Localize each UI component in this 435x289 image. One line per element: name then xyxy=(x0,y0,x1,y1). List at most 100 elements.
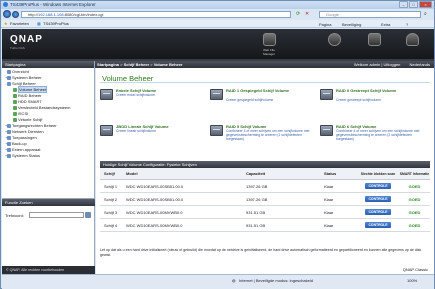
title-bar: TS439ProPlus - Windows Internet Explorer… xyxy=(1,1,434,9)
file-manager-icon xyxy=(262,33,276,46)
forward-button[interactable] xyxy=(12,11,19,18)
status-cell: Klaar xyxy=(324,209,334,215)
nav-item-label: iSCSI xyxy=(18,111,29,116)
stop-icon[interactable]: ✕ xyxy=(305,11,309,17)
nav-item-label: Virtuele Schijf xyxy=(18,117,43,122)
minimize-button[interactable]: – xyxy=(399,1,408,8)
nav-item-icon xyxy=(7,136,11,140)
model-cell: WDC WD10EARS-00SB51.00.0 xyxy=(126,183,184,189)
nav-item-icon xyxy=(13,106,17,110)
copyright-footer: © QNAP, Alle rechten voorbehouden xyxy=(2,266,95,274)
keyword-label: Trefwoord: xyxy=(5,213,24,218)
browser-window: TS439ProPlus - Windows Internet Explorer… xyxy=(0,0,435,289)
jbod-volume-card[interactable]: JBOD Lineair Schijf Volume Creeer lineai… xyxy=(100,124,205,146)
nav-item-label: Systeem Status xyxy=(12,153,41,158)
disk-cell: Schijf 1 xyxy=(104,183,118,189)
status-cell: Klaar xyxy=(324,222,334,228)
smart-status-link[interactable]: GOED xyxy=(399,197,430,202)
refresh-icon[interactable]: ⟳ xyxy=(296,11,300,17)
raid5-volume-card[interactable]: RAID 5 Schijf Volume Combineer 3 of meer… xyxy=(210,124,315,158)
scan-now-button[interactable]: CONTROLE xyxy=(365,183,391,189)
capacity-cell: 1397.26 GB xyxy=(246,183,268,189)
nav-tree: Overzicht+Systeem Beheer-Schijf BeheerVo… xyxy=(2,68,94,159)
search-icon[interactable]: ⌕ xyxy=(424,11,427,17)
browser-tab[interactable]: TS439ProPlus xyxy=(43,21,69,26)
card-title[interactable]: RAID 0 Gestreept Schijf Volume xyxy=(336,88,424,93)
zoom-level[interactable]: 100% xyxy=(407,278,417,283)
card-desc: Combineer 3 of meer schijven om een schi… xyxy=(226,129,310,141)
scan-cell: CONTROLE xyxy=(357,196,399,202)
safety-menu[interactable]: Beveiliging xyxy=(342,22,361,27)
col-smart: SMART Informatie xyxy=(399,171,430,176)
raid0-volume-card[interactable]: RAID 0 Gestreept Schijf Volume Creeer ge… xyxy=(320,88,425,110)
smart-status-link[interactable]: GOED xyxy=(399,210,430,215)
nav-item-label: Toegangsrechten Beheer xyxy=(12,123,57,128)
col-model: Model xyxy=(126,171,138,176)
qnap-subtitle: Turbo NAS xyxy=(10,46,25,50)
breadcrumb: Startpagina > Schijf Beheer > Volume Beh… xyxy=(95,61,434,68)
disk-button[interactable] xyxy=(362,33,386,57)
favorites-star-icon[interactable]: ★ xyxy=(4,21,8,26)
breadcrumb-volume: Volume Beheer xyxy=(153,62,183,67)
page-menu[interactable]: Pagina xyxy=(319,22,331,27)
qnap-classic-link[interactable]: QNAP Classic xyxy=(403,267,428,272)
model-cell: WDC WD10EARS-00SB51.00.0 xyxy=(126,196,184,202)
back-button[interactable] xyxy=(3,10,11,18)
scan-now-button[interactable]: CONTROLE xyxy=(365,209,391,215)
favorites-bar: ★ Favorieten ▦ TS439ProPlus Pagina Bevei… xyxy=(1,20,434,28)
breadcrumb-disk[interactable]: Schijf Beheer xyxy=(124,62,150,67)
globe-button[interactable] xyxy=(322,33,346,57)
card-desc: Combineer 4 of meer schijven om een schi… xyxy=(336,129,420,141)
url-host: 192.168.1.108 xyxy=(38,12,64,17)
col-status: Status xyxy=(324,171,337,176)
raid1-volume-card[interactable]: RAID 1 Gespiegeld Schijf Volume Creeer g… xyxy=(210,88,315,110)
title-divider xyxy=(100,82,430,83)
camera-icon xyxy=(405,33,419,46)
favorites-button[interactable]: Favorieten xyxy=(10,21,29,26)
disk-cell: Schijf 3 xyxy=(104,209,118,215)
capacity-cell: 931.51 GB xyxy=(246,222,266,228)
card-desc: Creeer lineair schijfvolume xyxy=(116,129,156,133)
qnap-bottom-bar: QNAP Classic xyxy=(96,266,434,274)
close-button[interactable]: × xyxy=(419,1,432,8)
card-title[interactable]: RAID 1 Gespiegeld Schijf Volume xyxy=(226,88,314,93)
search-go-button[interactable] xyxy=(85,212,91,218)
address-bar: http://192.168.1.108:8080/cgi-bin/index.… xyxy=(1,10,434,19)
smart-status-link[interactable]: GOED xyxy=(399,223,430,228)
nav-item-icon xyxy=(13,100,17,104)
raid1-icon xyxy=(210,89,223,100)
raid0-icon xyxy=(320,89,333,100)
user-links[interactable]: Welkom admin | Uitloggen xyxy=(354,62,401,67)
nav-item-label: Versleuteld Bestandssysteem xyxy=(18,105,71,110)
status-bar: ◍ Internet | Beveiligde modus: ingeschak… xyxy=(2,274,434,289)
keyword-input[interactable] xyxy=(29,212,84,218)
window-title: TS439ProPlus - Windows Internet Explorer xyxy=(10,2,96,7)
smart-status-link[interactable]: GOED xyxy=(399,184,430,189)
breadcrumb-home[interactable]: Startpagina xyxy=(97,62,119,67)
tools-menu[interactable]: Extra xyxy=(381,22,390,27)
raid6-volume-card[interactable]: RAID 6 Schijf Volume Combineer 4 of meer… xyxy=(320,124,425,158)
raid5-icon xyxy=(210,125,223,136)
scan-now-button[interactable]: CONTROLE xyxy=(365,222,391,228)
single-disk-volume-card[interactable]: Enkele Schijf Volume Creeer enkel schijf… xyxy=(100,88,205,110)
nav-item-icon xyxy=(13,112,17,116)
language-select[interactable]: Nederlands xyxy=(410,62,430,67)
nav-item-label: Overzicht xyxy=(12,69,29,74)
main-content: Volume Beheer Enkele Schijf Volume Creee… xyxy=(96,68,434,274)
scan-cell: CONTROLE xyxy=(357,209,399,215)
scan-now-button[interactable]: CONTROLE xyxy=(365,196,391,202)
table-row: Schijf 2 WDC WD10EARS-00SB51.00.0 1397.26 … xyxy=(100,193,430,206)
camera-button[interactable] xyxy=(400,33,424,57)
nav-item-icon xyxy=(13,94,17,98)
help-menu[interactable]: ? xyxy=(406,22,408,27)
nav-item[interactable]: +Systeem Status xyxy=(4,153,94,159)
status-text: Internet | Beveiligde modus: ingeschakel… xyxy=(239,278,313,283)
nav-item-label: Volume Beheer xyxy=(18,86,48,93)
ie-logo-icon xyxy=(3,2,8,7)
maximize-button[interactable]: □ xyxy=(409,1,418,8)
function-search-header: Functie Zoeken xyxy=(2,199,95,206)
web-file-manager-button[interactable]: Web File Manager xyxy=(257,33,281,57)
nav-item-icon xyxy=(7,70,11,74)
search-input[interactable]: Google xyxy=(319,11,421,18)
url-input[interactable]: http://192.168.1.108:8080/cgi-bin/index.… xyxy=(21,11,291,18)
